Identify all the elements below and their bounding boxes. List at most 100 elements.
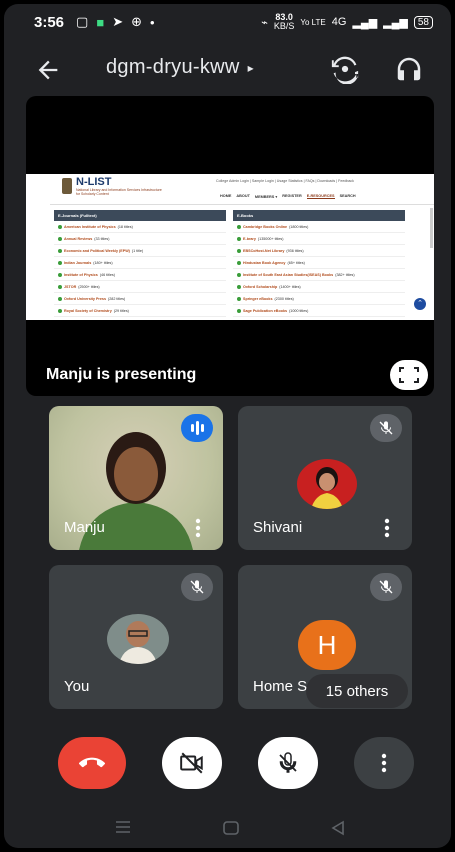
list-item-count: (1000 titles)	[289, 308, 309, 313]
more-options-button[interactable]	[354, 737, 414, 789]
status-right: ⌁ 83.0 KB/S Yo LTE 4G ▂▄▆ ▂▄▆ 58	[261, 13, 433, 31]
nlist-logo: N-LIST National Library and Information …	[62, 176, 166, 196]
list-item-count: (135000+ titles)	[257, 236, 284, 241]
nav-about: ABOUT	[236, 194, 250, 198]
bullet-icon	[237, 248, 241, 253]
mic-off-icon	[379, 580, 393, 594]
phone-screen: 3:56 ▢ ■ ➤ ⊕ • ⌁ 83.0 KB/S Yo LTE 4G ▂▄▆…	[4, 4, 451, 848]
camera-toggle-button[interactable]	[162, 737, 222, 789]
list-item-count: (2300 titles)	[274, 296, 294, 301]
fullscreen-button[interactable]	[390, 360, 428, 390]
bullet-icon	[237, 296, 241, 301]
others-chip[interactable]: 15 others	[306, 674, 408, 708]
mic-toggle-button[interactable]	[258, 737, 318, 789]
list-item-name: Hindustan Book Agency	[243, 260, 286, 265]
system-nav-bar	[4, 808, 451, 848]
presentation-tile[interactable]: N-LIST National Library and Information …	[26, 96, 434, 396]
bullet-icon	[237, 236, 241, 241]
list-item: Annual Reviews (33 titles)	[54, 233, 226, 245]
list-item-name: EBSCoHost-Net Library	[243, 248, 285, 253]
list-item: EBSCoHost-Net Library (936 titles)	[233, 245, 405, 257]
meeting-app-bar: dgm-dryu-kww ▸	[4, 44, 451, 94]
list-item-count: (1 title)	[131, 248, 144, 253]
signal-icon-2: ▂▄▆	[383, 16, 408, 29]
battery-indicator: 58	[413, 15, 433, 29]
more-vert-icon[interactable]	[384, 518, 390, 538]
list-item-name: Economic and Political Weekly (EPW)	[64, 248, 130, 253]
participant-tile-you[interactable]: You	[49, 565, 223, 709]
recents-icon[interactable]	[114, 820, 132, 834]
list-item-name: Institute of Physics	[64, 272, 98, 277]
list-item-name: E-brary	[243, 236, 256, 241]
list-item-count: (33 titles)	[94, 236, 110, 241]
bullet-icon	[58, 308, 62, 313]
list-item-count: (282 titles)	[108, 296, 126, 301]
net-speed: 83.0 KB/S	[274, 13, 295, 31]
divider	[50, 204, 434, 205]
bullet-icon	[58, 260, 62, 265]
list-item-name: Sage Publication eBooks	[243, 308, 288, 313]
avatar	[297, 459, 357, 509]
list-item-name: Springer eBooks	[243, 296, 273, 301]
list-item: Institute of South East Asian Studies(IS…	[233, 269, 405, 281]
list-item: Cambridge Books Online (1800 titles)	[233, 221, 405, 233]
brand-name: N-LIST	[76, 176, 112, 188]
list-item: Hindustan Book Agency (65+ titles)	[233, 257, 405, 269]
list-item: Royal Society of Chemistry (29 titles)	[54, 305, 226, 317]
list-item: Springer eBooks (2300 titles)	[233, 293, 405, 305]
switch-camera-icon[interactable]	[330, 54, 360, 84]
page-scrollbar	[430, 208, 433, 248]
back-arrow-icon[interactable]	[34, 56, 62, 84]
headphones-icon[interactable]	[394, 54, 424, 84]
telegram-icon: ➤	[112, 14, 124, 29]
ebooks-header: E-Books	[233, 210, 405, 221]
volte-label: Yo LTE	[300, 17, 326, 27]
list-item-count: (936 titles)	[286, 248, 304, 253]
bullet-icon	[58, 296, 62, 301]
mic-off-icon	[379, 421, 393, 435]
presenter-label: Manju is presenting	[46, 366, 197, 383]
fullscreen-icon	[399, 367, 419, 383]
more-vert-icon[interactable]	[195, 518, 201, 538]
bullet-icon	[58, 284, 62, 289]
participant-tile-manju[interactable]: Manju	[49, 406, 223, 550]
top-links: College Admin Login | Sample Login | Usa…	[216, 179, 354, 183]
list-item-name: Cambridge Books Online	[243, 224, 288, 229]
list-item: Sage Publication eBooks (1000 titles)	[233, 305, 405, 317]
signal-icon: ▂▄▆	[352, 16, 378, 29]
nav-members: MEMBERS ▾	[254, 195, 278, 199]
list-item: E-brary (135000+ titles)	[233, 233, 405, 245]
list-item-name: Institute of South East Asian Studies(IS…	[243, 272, 334, 277]
nav-search: SEARCH	[339, 194, 356, 198]
ebooks-list: E-Books Cambridge Books Online (1800 titl…	[233, 210, 405, 317]
bullet-icon	[237, 308, 241, 313]
list-item-count: (46 titles)	[99, 272, 115, 277]
ejournals-list: E-Journals (Fulltext) American Institute…	[54, 210, 226, 317]
back-icon[interactable]	[330, 820, 346, 836]
list-item-count: (382+ titles)	[335, 272, 355, 277]
message-icon: ■	[96, 14, 105, 30]
wifi-calling-icon: ⌁	[261, 16, 268, 29]
list-item-count: (180+ titles)	[93, 260, 113, 265]
avatar-photo	[311, 467, 343, 509]
list-item-name: Oxford Scholarship	[243, 284, 278, 289]
bullet-icon	[58, 236, 62, 241]
list-item-name: American Institute of Physics	[64, 224, 116, 229]
network-type: 4G	[331, 16, 347, 28]
avatar	[107, 614, 169, 664]
bullet-icon	[58, 224, 62, 229]
meeting-code[interactable]: dgm-dryu-kww ▸	[106, 56, 254, 79]
call-end-icon	[79, 757, 105, 768]
list-item-count: (2500+ titles)	[78, 284, 100, 289]
status-bar: 3:56 ▢ ■ ➤ ⊕ • ⌁ 83.0 KB/S Yo LTE 4G ▂▄▆…	[4, 4, 451, 40]
participant-tile-shivani[interactable]: Shivani	[238, 406, 412, 550]
net-speed-unit: KB/S	[273, 21, 295, 31]
home-icon[interactable]	[222, 820, 240, 836]
muted-indicator	[370, 573, 402, 601]
list-item-name: Oxford University Press	[64, 296, 107, 301]
end-call-button[interactable]	[58, 737, 126, 789]
list-item-count: (18 titles)	[117, 224, 133, 229]
participant-name: Home S	[253, 678, 308, 695]
bullet-icon	[58, 272, 62, 277]
list-item: Indian Journals (180+ titles)	[54, 257, 226, 269]
